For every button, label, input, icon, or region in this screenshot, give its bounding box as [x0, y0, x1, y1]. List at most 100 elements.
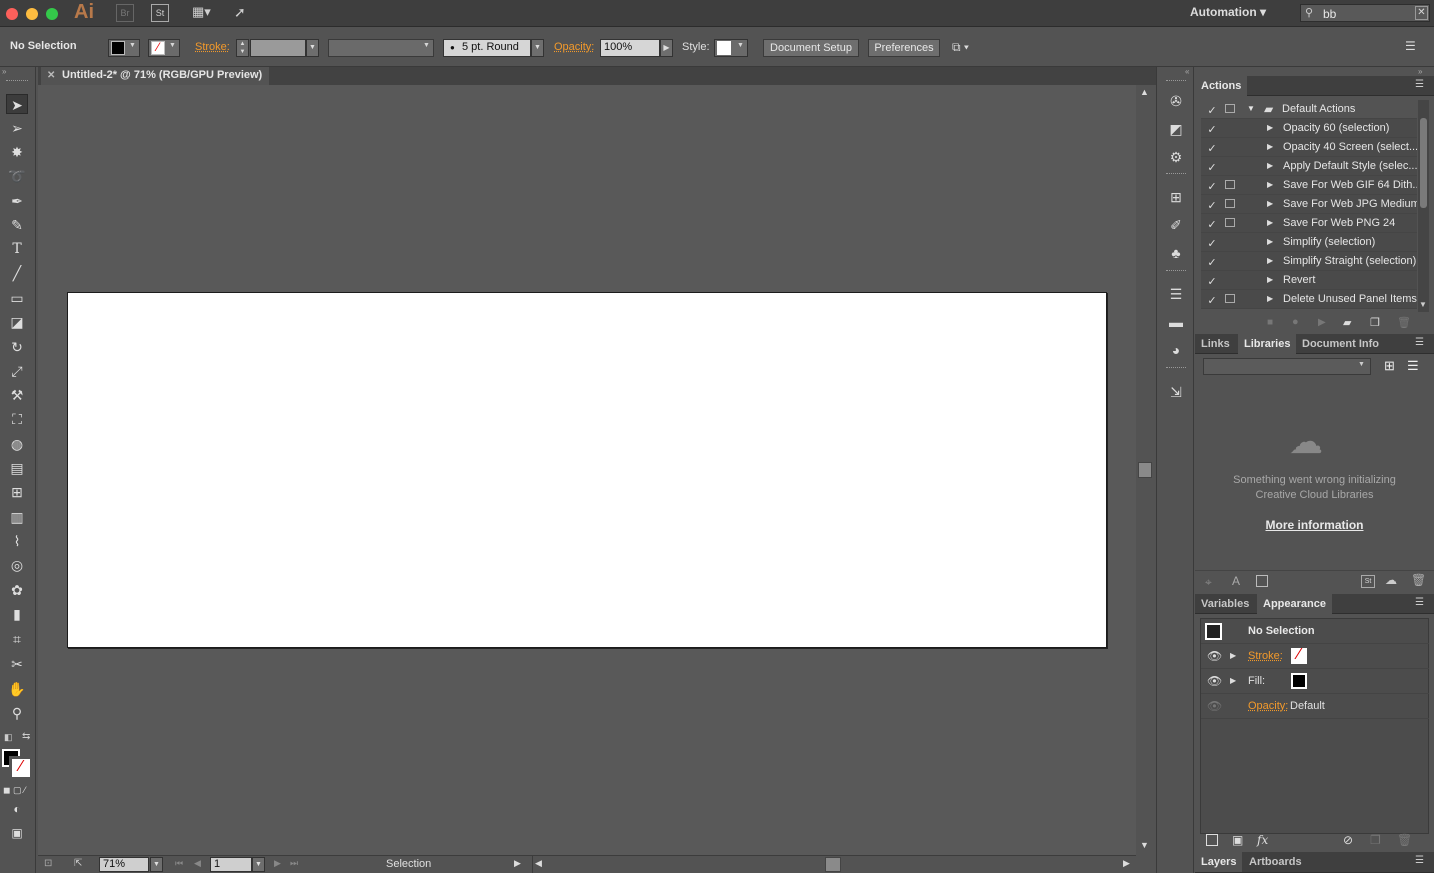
- tab-libraries[interactable]: Libraries: [1238, 334, 1297, 354]
- scale-tool-icon[interactable]: ⤢: [6, 361, 28, 381]
- dialog-toggle-icon[interactable]: [1225, 218, 1235, 227]
- stroke-color-control[interactable]: ⁄ ▼: [148, 39, 180, 57]
- color-panel-icon[interactable]: ◩: [1166, 119, 1186, 139]
- vertical-scroll-thumb[interactable]: [1138, 462, 1152, 478]
- action-row[interactable]: ✓ ▶ Save For Web PNG 24: [1201, 214, 1417, 233]
- stop-icon[interactable]: ■: [1267, 317, 1273, 328]
- arrange-documents-icon[interactable]: ▦▾: [192, 4, 218, 22]
- action-row[interactable]: ✓ ▶ Save For Web JPG Medium: [1201, 195, 1417, 214]
- last-artboard-icon[interactable]: ⏭: [290, 858, 298, 869]
- tab-links[interactable]: Links: [1195, 334, 1236, 354]
- visibility-eye-icon[interactable]: 👁: [1207, 694, 1222, 718]
- close-window-button[interactable]: [6, 8, 18, 20]
- close-tab-icon[interactable]: ✕: [47, 67, 55, 84]
- line-segment-tool-icon[interactable]: ╱: [6, 263, 28, 283]
- artboard-tool-icon[interactable]: ⌗: [6, 629, 28, 649]
- checkmark-icon[interactable]: ✓: [1203, 273, 1221, 288]
- fill-color-control[interactable]: ▼: [108, 39, 140, 57]
- slice-tool-icon[interactable]: ✂: [6, 654, 28, 674]
- chevron-down-icon[interactable]: ▼: [252, 857, 265, 872]
- tab-document-info[interactable]: Document Info: [1296, 334, 1385, 354]
- action-row[interactable]: ✓ ▶ Opacity 60 (selection): [1201, 119, 1417, 138]
- disclosure-icon[interactable]: ▶: [1267, 176, 1273, 194]
- zoom-tool-icon[interactable]: ⚲: [6, 703, 28, 723]
- disclosure-icon[interactable]: ▶: [1267, 290, 1273, 308]
- zoom-window-button[interactable]: [46, 8, 58, 20]
- panel-menu-icon[interactable]: ☰: [1415, 337, 1424, 348]
- panel-group-grip[interactable]: [1166, 173, 1186, 175]
- library-select[interactable]: ▼: [1203, 358, 1371, 375]
- gpu-performance-icon[interactable]: ➚: [234, 4, 252, 22]
- type-tool-icon[interactable]: T: [6, 239, 28, 259]
- disclosure-icon[interactable]: ▶: [1230, 669, 1236, 693]
- disclosure-icon[interactable]: ▶: [1267, 271, 1273, 289]
- artboard-number-input[interactable]: 1: [210, 857, 252, 872]
- scroll-down-icon[interactable]: ▼: [1140, 840, 1149, 850]
- clear-appearance-icon[interactable]: ⊘: [1343, 833, 1353, 847]
- action-row[interactable]: ✓ ▶ Delete Unused Panel Items: [1201, 290, 1417, 309]
- rectangle-tool-icon[interactable]: ▭: [6, 288, 28, 308]
- appearance-opacity-row[interactable]: 👁 Opacity: Default: [1201, 694, 1429, 719]
- duplicate-item-icon[interactable]: ❐: [1370, 833, 1381, 847]
- action-set-row[interactable]: ✓ ▼ ▰ Default Actions: [1201, 100, 1417, 119]
- workspace-switcher[interactable]: Automation ▾: [1190, 5, 1266, 19]
- sync-status-icon[interactable]: ☁: [1385, 573, 1397, 587]
- stroke-attribute-label[interactable]: Stroke:: [1248, 644, 1283, 668]
- panel-menu-icon[interactable]: ☰: [1415, 79, 1424, 90]
- action-row[interactable]: ✓ ▶ Simplify (selection): [1201, 233, 1417, 252]
- scroll-right-icon[interactable]: ▶: [1123, 858, 1130, 869]
- delete-icon[interactable]: 🗑: [1397, 316, 1411, 329]
- default-colors-icon[interactable]: ◧: [4, 732, 13, 743]
- status-menu-icon[interactable]: ▶: [514, 858, 521, 869]
- selection-tool-icon[interactable]: ➤: [6, 94, 28, 114]
- disclosure-open-icon[interactable]: ▼: [1247, 100, 1255, 118]
- record-icon[interactable]: ●: [1292, 316, 1299, 328]
- perspective-grid-tool-icon[interactable]: ▤: [6, 458, 28, 478]
- stock-search-icon[interactable]: St: [1361, 575, 1375, 588]
- add-effect-icon[interactable]: fx: [1257, 833, 1268, 847]
- opacity-attribute-label[interactable]: Opacity:: [1248, 694, 1288, 718]
- tab-artboards[interactable]: Artboards: [1243, 852, 1308, 872]
- checkmark-icon[interactable]: ✓: [1203, 254, 1221, 269]
- checkmark-icon[interactable]: ✓: [1203, 121, 1221, 136]
- opacity-input[interactable]: 100%: [600, 39, 660, 57]
- new-action-icon[interactable]: ❐: [1370, 316, 1380, 329]
- disclosure-icon[interactable]: ▶: [1267, 157, 1273, 175]
- next-artboard-icon[interactable]: ▶: [274, 858, 281, 869]
- disclosure-icon[interactable]: ▶: [1267, 195, 1273, 213]
- disclosure-icon[interactable]: ▶: [1267, 252, 1273, 270]
- panel-group-grip[interactable]: [1166, 270, 1186, 272]
- document-tab[interactable]: ✕ Untitled-2* @ 71% (RGB/GPU Preview): [41, 67, 269, 85]
- checkmark-icon[interactable]: ✓: [1203, 140, 1221, 155]
- add-new-stroke-icon[interactable]: [1206, 834, 1218, 846]
- brush-definition[interactable]: ● 5 pt. Round: [443, 39, 531, 57]
- panel-menu-icon[interactable]: ☰: [1415, 855, 1424, 866]
- curvature-tool-icon[interactable]: ✎: [6, 215, 28, 235]
- dialog-toggle-icon[interactable]: [1225, 104, 1235, 113]
- actions-scrollbar[interactable]: ▼: [1418, 100, 1429, 312]
- disclosure-icon[interactable]: ▶: [1267, 138, 1273, 156]
- appearance-selection-row[interactable]: No Selection: [1201, 619, 1429, 644]
- visibility-eye-icon[interactable]: 👁: [1207, 644, 1222, 668]
- fill-swatch-icon[interactable]: [1291, 673, 1307, 689]
- transparency-panel-icon[interactable]: ◕: [1166, 340, 1186, 360]
- collapse-panel-icon[interactable]: »: [1418, 67, 1422, 76]
- dialog-toggle-icon[interactable]: [1225, 199, 1235, 208]
- bridge-button[interactable]: Br: [116, 4, 134, 22]
- new-set-icon[interactable]: ▰: [1343, 316, 1351, 329]
- expand-panels-icon[interactable]: «: [1185, 67, 1189, 76]
- rotate-tool-icon[interactable]: ↻: [6, 337, 28, 357]
- checkmark-icon[interactable]: ✓: [1203, 159, 1221, 174]
- first-artboard-icon[interactable]: ⏮: [175, 858, 183, 869]
- checkmark-icon[interactable]: ✓: [1203, 216, 1221, 231]
- direct-selection-tool-icon[interactable]: ➢: [6, 118, 28, 138]
- dialog-toggle-icon[interactable]: [1225, 294, 1235, 303]
- tab-actions[interactable]: Actions: [1195, 76, 1248, 96]
- dialog-toggle-icon[interactable]: [1225, 180, 1235, 189]
- checkmark-icon[interactable]: ✓: [1203, 197, 1221, 212]
- panel-menu-icon[interactable]: ☰: [1415, 597, 1424, 608]
- disclosure-icon[interactable]: ▶: [1267, 233, 1273, 251]
- action-row[interactable]: ✓ ▶ Apply Default Style (selec...: [1201, 157, 1417, 176]
- vertical-scrollbar[interactable]: ▲ ▼: [1136, 85, 1154, 855]
- grid-view-icon[interactable]: ⊞: [1384, 358, 1395, 374]
